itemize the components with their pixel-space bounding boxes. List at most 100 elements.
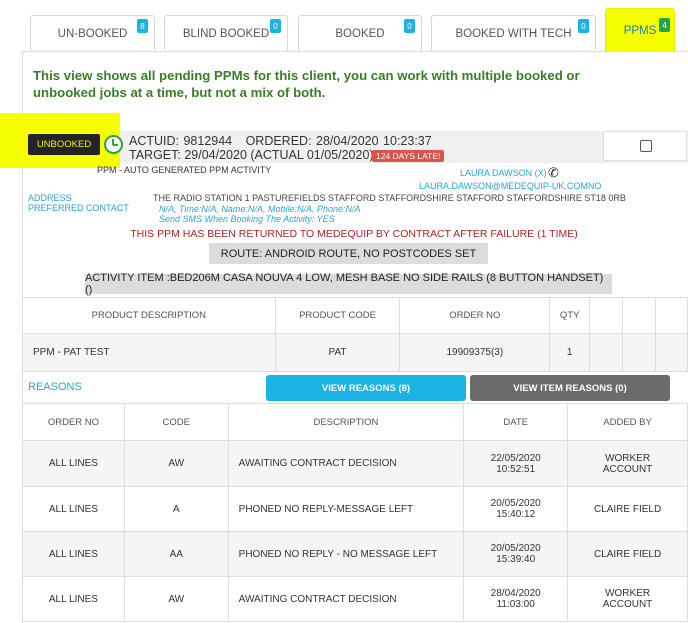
job-ids: ACTUID: 9812944 ORDERED: 28/04/2020 10:2… — [129, 134, 432, 148]
target-date: TARGET: 29/04/2020 (ACTUAL 01/05/2020) — [129, 148, 374, 162]
time-value: 15:40:12 — [496, 509, 536, 520]
table-row: ALL LINES AA PHONED NO REPLY - NO MESSAG… — [22, 531, 688, 577]
select-cell — [603, 131, 687, 161]
description: PHONED NO REPLY - NO MESSAGE LEFT — [227, 531, 465, 577]
table-row: ALL LINES AW AWAITING CONTRACT DECISION … — [22, 440, 688, 487]
col-product-description: PRODUCT DESCRIPTION — [22, 297, 276, 334]
clock-icon — [104, 135, 123, 154]
date: 20/05/2020 15:40:12 — [463, 486, 569, 532]
qty: 1 — [549, 333, 591, 372]
date-value: 22/05/2020 — [490, 452, 541, 464]
description: AWAITING CONTRACT DECISION — [227, 576, 465, 622]
product-description: PPM - PAT TEST — [22, 333, 276, 372]
tab-blind-booked[interactable]: BLIND BOOKED 0 — [164, 15, 288, 52]
route-box: ROUTE: ANDROID ROUTE, NO POSTCODES SET — [209, 243, 488, 264]
preferred-contact-value: N/A, Time:N/A, Name:N/A, Mobile:N/A, Pho… — [159, 204, 361, 214]
preferred-contact-label: PREFERRED CONTACT — [28, 203, 129, 213]
activity-item-box: ACTIVITY ITEM :BED206M CASA NOUVA 4 LOW,… — [85, 272, 612, 296]
count-badge: 0 — [404, 19, 415, 33]
col-extra — [589, 297, 624, 334]
col-order-no: ORDER NO — [399, 297, 551, 334]
contact-name[interactable]: LAURA DAWSON (X) — [460, 168, 547, 178]
count-badge: 8 — [137, 19, 148, 33]
col-code: CODE — [123, 403, 229, 441]
code: AA — [123, 531, 229, 577]
tab-label: PPMS — [623, 24, 657, 37]
product-code: PAT — [274, 333, 401, 372]
status-badge: UNBOOKED — [28, 134, 100, 155]
empty-cell — [622, 333, 657, 372]
view-item-reasons-button[interactable]: VIEW ITEM REASONS (0) — [470, 375, 670, 401]
table-row: ALL LINES AW AWAITING CONTRACT DECISION … — [22, 576, 688, 622]
order-no: ALL LINES — [22, 486, 125, 532]
col-description: DESCRIPTION — [227, 403, 465, 441]
date: 28/04/2020 11:03:00 — [463, 576, 569, 622]
description: PHONED NO REPLY-MESSAGE LEFT — [227, 486, 465, 532]
returned-warning: THIS PPM HAS BEEN RETURNED TO MEDEQUIP B… — [130, 228, 578, 240]
tab-ppms[interactable]: PPMS 4 — [605, 8, 675, 52]
time-value: 10:52:51 — [496, 463, 536, 475]
sms-setting: Send SMS When Booking The Activity: YES — [159, 214, 335, 224]
date-value: 28/04/2020 — [490, 588, 541, 599]
tab-bar: UN-BOOKED 8 BLIND BOOKED 0 BOOKED 0 BOOK… — [0, 0, 688, 52]
tab-label: UN-BOOKED — [57, 28, 128, 40]
added-by-line: WORKER — [605, 588, 651, 599]
added-by: WORKER ACCOUNT — [567, 576, 688, 622]
phone-icon[interactable]: ✆ — [548, 165, 559, 181]
tab-label: BOOKED WITH TECH — [455, 28, 572, 40]
added-by-line: CLAIRE FIELD — [593, 503, 662, 515]
col-product-code: PRODUCT CODE — [274, 297, 401, 334]
order-no: ALL LINES — [22, 531, 125, 577]
ordered-date: ORDERED: 28/04/2020 10:23:37 — [245, 134, 432, 148]
table-row: PPM - PAT TEST PAT 19909375(3) 1 — [22, 333, 688, 372]
count-badge: 4 — [659, 18, 670, 32]
added-by-line: WORKER — [605, 452, 651, 464]
code: AW — [123, 576, 229, 622]
date-value: 20/05/2020 — [490, 543, 541, 554]
count-badge: 0 — [270, 19, 281, 33]
reasons-label: REASONS — [28, 381, 82, 393]
products-header-row: PRODUCT DESCRIPTION PRODUCT CODE ORDER N… — [22, 297, 688, 334]
added-by-line: ACCOUNT — [602, 463, 653, 475]
added-by: WORKER ACCOUNT — [567, 440, 688, 487]
time-value: 15:39:40 — [496, 554, 536, 565]
table-row: ALL LINES A PHONED NO REPLY-MESSAGE LEFT… — [22, 486, 688, 532]
description: AWAITING CONTRACT DECISION — [227, 440, 465, 487]
reasons-header-row: ORDER NO CODE DESCRIPTION DATE ADDED BY — [22, 403, 688, 441]
products-table: PRODUCT DESCRIPTION PRODUCT CODE ORDER N… — [22, 297, 688, 372]
col-extra — [655, 297, 688, 334]
col-added-by: ADDED BY — [567, 403, 688, 441]
tab-label: BOOKED — [335, 28, 385, 40]
order-no: ALL LINES — [22, 576, 125, 622]
col-extra — [622, 297, 657, 334]
reasons-table: ORDER NO CODE DESCRIPTION DATE ADDED BY … — [22, 403, 688, 622]
time-value: 11:03:00 — [496, 599, 535, 610]
tab-booked-with-tech[interactable]: BOOKED WITH TECH 0 — [431, 15, 596, 52]
late-badge: 124 DAYS LATE! — [372, 150, 445, 162]
tab-booked[interactable]: BOOKED 0 — [298, 15, 422, 52]
tab-label: BLIND BOOKED — [182, 28, 270, 40]
empty-cell — [589, 333, 624, 372]
contact-email[interactable]: LAURA.DAWSON@MEDEQUIP-UK.COMNO — [419, 181, 601, 191]
address-value: THE RADIO STATION 1 PASTUREFIELDS STAFFO… — [153, 193, 626, 203]
added-by-line: CLAIRE FIELD — [593, 548, 662, 560]
info-message: This view shows all pending PPMs for thi… — [33, 68, 580, 100]
view-reasons-button[interactable]: VIEW REASONS (8) — [266, 375, 466, 401]
select-checkbox[interactable] — [640, 140, 652, 152]
actuid: ACTUID: 9812944 — [129, 134, 233, 148]
col-qty: QTY — [549, 297, 591, 334]
code: AW — [123, 440, 229, 487]
count-badge: 0 — [578, 19, 589, 33]
empty-cell — [655, 333, 688, 372]
address-label: ADDRESS — [28, 193, 72, 203]
date: 22/05/2020 10:52:51 — [463, 440, 569, 487]
added-by: CLAIRE FIELD — [567, 486, 688, 532]
activity-type: PPM - AUTO GENERATED PPM ACTIVITY — [97, 165, 272, 175]
added-by-line: ACCOUNT — [602, 599, 653, 610]
added-by: CLAIRE FIELD — [567, 531, 688, 577]
col-order-no: ORDER NO — [22, 403, 125, 441]
order-no: 19909375(3) — [399, 333, 551, 372]
order-no: ALL LINES — [22, 440, 125, 487]
tab-unbooked[interactable]: UN-BOOKED 8 — [30, 15, 155, 52]
code: A — [123, 486, 229, 532]
